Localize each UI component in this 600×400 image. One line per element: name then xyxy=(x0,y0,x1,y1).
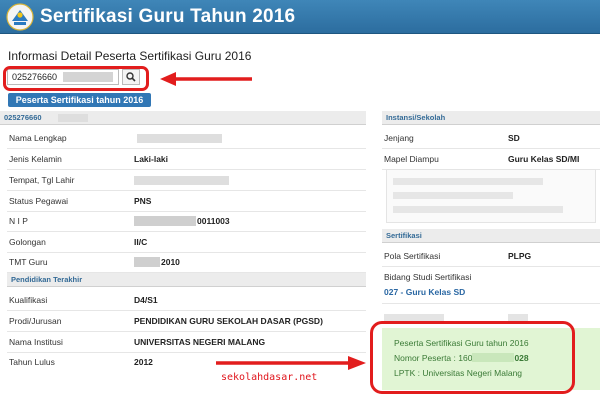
value-mapel: Guru Kelas SD/MI xyxy=(508,154,580,164)
label-jenjang: Jenjang xyxy=(384,133,414,143)
label-jenis-kelamin: Jenis Kelamin xyxy=(9,154,62,164)
participant-id-header: 025276660 xyxy=(0,111,366,125)
row-nama: Nama Lengkap xyxy=(7,129,366,149)
label-golongan: Golongan xyxy=(9,237,46,247)
row-nip: N I P 0011003 xyxy=(7,212,366,232)
label-tahun-lulus: Tahun Lulus xyxy=(9,357,55,367)
row-jenis-kelamin: Jenis Kelamin Laki-laki xyxy=(7,150,366,170)
row-pola: Pola Sertifikasi PLPG xyxy=(382,247,600,267)
value-status-pegawai: PNS xyxy=(134,196,152,206)
label-institusi: Nama Institusi xyxy=(9,337,63,347)
row-bidang: Bidang Studi Sertifikasi 027 - Guru Kela… xyxy=(382,268,600,304)
instansi-header: Instansi/Sekolah xyxy=(382,111,600,125)
value-kualifikasi: D4/S1 xyxy=(134,295,158,305)
row-golongan: Golongan II/C xyxy=(7,233,366,253)
value-nip: 0011003 xyxy=(197,216,230,226)
label-status-pegawai: Status Pegawai xyxy=(9,196,69,206)
pendidikan-header: Pendidikan Terakhir xyxy=(7,273,366,287)
value-tahun-lulus: 2012 xyxy=(134,357,153,367)
value-prodi: PENDIDIKAN GURU SEKOLAH DASAR (PGSD) xyxy=(134,316,323,326)
tut-wuri-logo-icon xyxy=(6,3,34,31)
value-tmt-guru: 2010 xyxy=(161,257,180,267)
label-nama: Nama Lengkap xyxy=(9,133,67,143)
row-status-pegawai: Status Pegawai PNS xyxy=(7,192,366,212)
watermark: sekolahdasar.net xyxy=(221,372,318,383)
sertifikasi-header: Sertifikasi xyxy=(382,229,600,243)
value-golongan: II/C xyxy=(134,237,148,247)
app-header: Sertifikasi Guru Tahun 2016 xyxy=(0,0,600,34)
label-bidang: Bidang Studi Sertifikasi xyxy=(384,272,472,282)
label-nip: N I P xyxy=(9,216,28,226)
value-institusi: UNIVERSITAS NEGERI MALANG xyxy=(134,337,266,347)
value-bidang: 027 - Guru Kelas SD xyxy=(384,287,466,297)
arrow-left-annotation-icon xyxy=(160,72,252,86)
row-jenjang: Jenjang SD xyxy=(382,129,600,149)
tmt-redaction xyxy=(134,257,160,267)
id-redaction xyxy=(58,114,88,122)
nip-redaction xyxy=(134,216,196,226)
tab-peserta-2016[interactable]: Peserta Sertifikasi tahun 2016 xyxy=(8,93,151,107)
arrow-right-annotation-icon xyxy=(216,356,366,370)
value-jenjang: SD xyxy=(508,133,520,143)
page-title: Informasi Detail Peserta Sertifikasi Gur… xyxy=(8,49,252,63)
label-tmt-guru: TMT Guru xyxy=(9,257,48,267)
search-highlight-annotation xyxy=(3,66,149,91)
label-pola: Pola Sertifikasi xyxy=(384,251,441,261)
label-prodi: Prodi/Jurusan xyxy=(9,316,62,326)
participant-id: 025276660 xyxy=(4,113,42,122)
row-ttl: Tempat, Tgl Lahir xyxy=(7,171,366,191)
label-ttl: Tempat, Tgl Lahir xyxy=(9,175,75,185)
row-prodi: Prodi/Jurusan PENDIDIKAN GURU SEKOLAH DA… xyxy=(7,312,366,332)
app-title: Sertifikasi Guru Tahun 2016 xyxy=(40,6,296,27)
value-pola: PLPG xyxy=(508,251,532,261)
label-kualifikasi: Kualifikasi xyxy=(9,295,48,305)
ttl-redaction xyxy=(134,176,229,185)
label-mapel: Mapel Diampu xyxy=(384,154,439,164)
school-address-redaction xyxy=(386,169,596,223)
row-tmt-guru: TMT Guru 2010 xyxy=(7,253,366,273)
row-institusi: Nama Institusi UNIVERSITAS NEGERI MALANG xyxy=(7,333,366,353)
row-mapel: Mapel Diampu Guru Kelas SD/MI xyxy=(382,150,600,170)
nama-redaction xyxy=(137,134,222,143)
result-highlight-annotation xyxy=(370,321,575,394)
row-kualifikasi: Kualifikasi D4/S1 xyxy=(7,291,366,311)
value-jenis-kelamin: Laki-laki xyxy=(134,154,169,164)
